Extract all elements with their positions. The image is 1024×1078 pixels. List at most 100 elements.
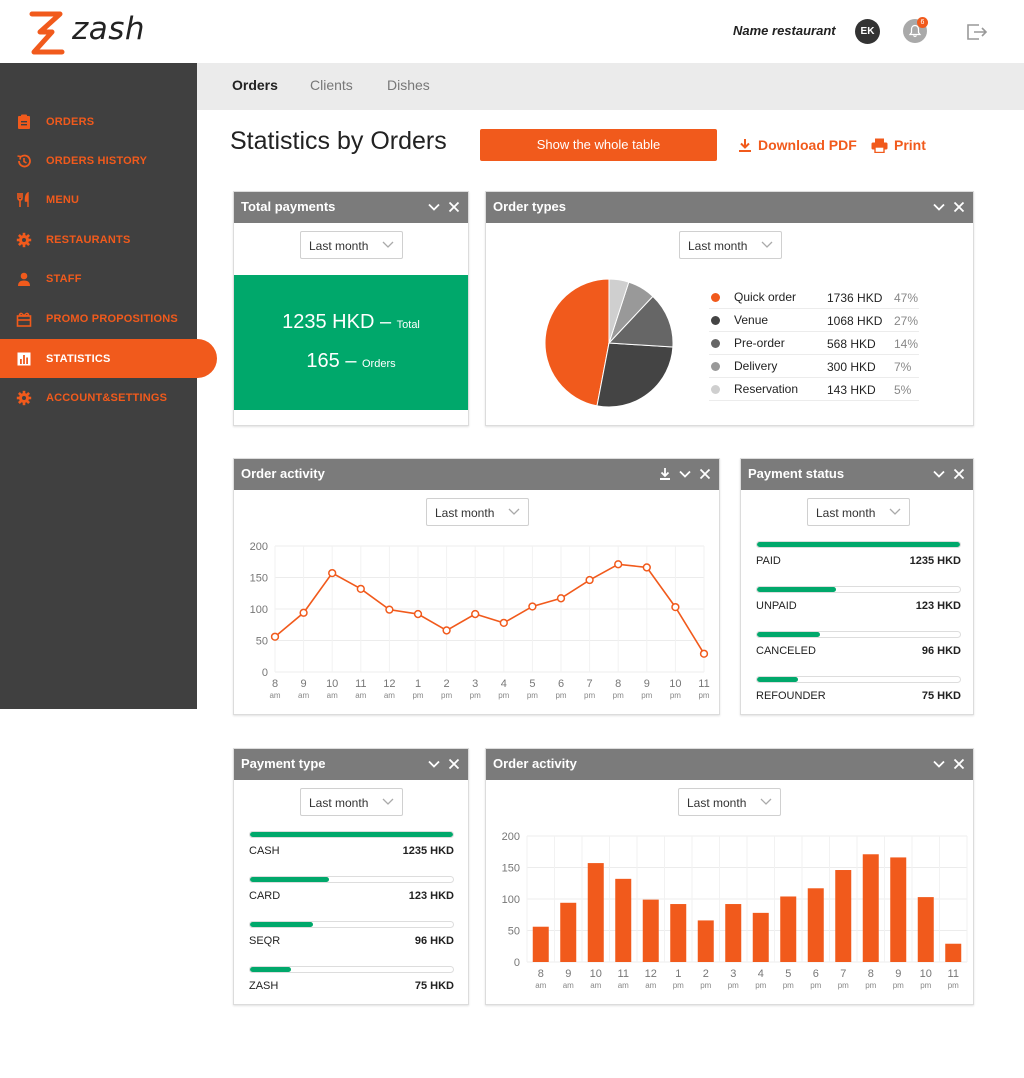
progress-label: CASH — [249, 845, 280, 857]
x-tick-sublabel: pm — [555, 691, 566, 700]
sidebar-item-staff[interactable]: STAFF — [0, 259, 217, 298]
period-select[interactable]: Last month — [300, 231, 403, 259]
data-point — [385, 605, 394, 614]
close-icon[interactable] — [698, 467, 712, 481]
x-tick-sublabel: pm — [673, 981, 684, 990]
legend-amount: 568 HKD — [827, 337, 876, 351]
legend-name: Reservation — [734, 382, 799, 396]
legend-dot — [711, 293, 720, 302]
progress-label: REFOUNDER — [756, 690, 826, 702]
period-select[interactable]: Last month — [679, 231, 782, 259]
notification-badge: 6 — [917, 17, 928, 28]
bar — [697, 920, 714, 962]
sidebar-item-menu[interactable]: MENU — [0, 180, 217, 219]
x-tick-label: 2 — [444, 678, 450, 690]
sidebar-item-restaurants[interactable]: RESTAURANTS — [0, 220, 217, 259]
data-point — [528, 602, 537, 611]
print-label: Print — [894, 137, 926, 153]
sidebar-item-label: RESTAURANTS — [46, 233, 131, 246]
widget-title: Payment status — [748, 466, 845, 481]
legend-dot — [711, 339, 720, 348]
pie-slice — [544, 278, 610, 407]
x-tick-sublabel: pm — [412, 691, 423, 700]
show-whole-table-button[interactable]: Show the whole table — [480, 129, 717, 161]
data-point — [356, 584, 365, 593]
widget-title: Payment type — [241, 756, 326, 771]
x-tick-sublabel: pm — [838, 981, 849, 990]
orders-count: 165 — [306, 350, 340, 372]
sidebar-item-account-settings[interactable]: ACCOUNT&SETTINGS — [0, 378, 217, 417]
payment-status-widget: Payment status Last month PAID 1235 HKD UN… — [740, 458, 974, 715]
logo-mark-icon — [29, 11, 65, 55]
x-tick-sublabel: pm — [698, 691, 709, 700]
period-select[interactable]: Last month — [807, 498, 910, 526]
download-icon[interactable] — [658, 467, 672, 481]
collapse-icon[interactable] — [932, 757, 946, 771]
notifications-button[interactable]: 6 — [903, 17, 928, 43]
collapse-icon[interactable] — [932, 200, 946, 214]
collapse-icon[interactable] — [427, 757, 441, 771]
close-icon[interactable] — [952, 200, 966, 214]
chevron-down-icon — [761, 241, 773, 248]
x-tick-label: 12 — [383, 678, 395, 690]
total-payments-summary: 1235 HKD – Total 165 – Orders — [234, 275, 468, 410]
period-select[interactable]: Last month — [678, 788, 781, 816]
close-icon[interactable] — [952, 757, 966, 771]
progress-track — [249, 831, 454, 838]
period-value: Last month — [309, 239, 369, 253]
tab-dishes[interactable]: Dishes — [387, 77, 430, 93]
restaurant-name[interactable]: Name restaurant — [733, 23, 836, 38]
close-icon[interactable] — [447, 200, 461, 214]
close-icon[interactable] — [447, 757, 461, 771]
x-tick-label: 8 — [538, 968, 544, 980]
y-tick-label: 50 — [508, 926, 520, 938]
sidebar-item-orders[interactable]: ORDERS — [0, 102, 217, 141]
progress-value: 75 HKD — [921, 690, 961, 702]
print-button[interactable]: Print — [871, 137, 926, 153]
x-tick-label: 9 — [301, 678, 307, 690]
chevron-down-icon — [889, 508, 901, 515]
x-tick-label: 3 — [730, 968, 736, 980]
legend-percent: 47% — [894, 291, 919, 305]
x-tick-sublabel: pm — [498, 691, 509, 700]
total-amount: 1235 HKD — [282, 311, 375, 333]
collapse-icon[interactable] — [427, 200, 441, 214]
logo[interactable]: zash — [26, 8, 145, 56]
avatar[interactable]: EK — [855, 19, 880, 44]
y-tick-label: 100 — [502, 894, 520, 906]
progress-label: SEQR — [249, 935, 281, 947]
progress-value: 123 HKD — [915, 600, 961, 612]
legend-amount: 143 HKD — [827, 383, 876, 397]
sidebar-item-statistics[interactable]: STATISTICS — [0, 339, 217, 378]
progress-track — [249, 876, 454, 883]
period-select[interactable]: Last month — [300, 788, 403, 816]
bar — [725, 904, 742, 962]
progress-value: 1235 HKD — [402, 845, 454, 857]
sidebar-item-orders-history[interactable]: ORDERS HISTORY — [0, 141, 217, 180]
y-tick-label: 200 — [502, 831, 520, 843]
collapse-icon[interactable] — [678, 467, 692, 481]
x-tick-label: 3 — [472, 678, 478, 690]
download-pdf-button[interactable]: Download PDF — [738, 137, 857, 153]
sidebar-item-label: STATISTICS — [46, 352, 111, 365]
collapse-icon[interactable] — [932, 467, 946, 481]
bar — [945, 943, 962, 962]
tab-clients[interactable]: Clients — [310, 77, 353, 93]
logout-icon[interactable] — [965, 20, 989, 44]
tab-orders[interactable]: Orders — [232, 77, 278, 93]
period-select[interactable]: Last month — [426, 498, 529, 526]
x-tick-label: 9 — [895, 968, 901, 980]
progress-row: UNPAID 123 HKD — [756, 586, 961, 624]
y-tick-label: 0 — [514, 957, 520, 969]
data-point — [671, 602, 680, 612]
y-tick-label: 200 — [250, 541, 268, 553]
person-icon — [15, 270, 33, 288]
close-icon[interactable] — [952, 467, 966, 481]
bar — [642, 899, 659, 962]
bar — [835, 870, 852, 962]
sidebar-item-promo[interactable]: PROMO PROPOSITIONS — [0, 299, 217, 338]
x-tick-sublabel: pm — [755, 981, 766, 990]
x-tick-sublabel: pm — [810, 981, 821, 990]
widget-header: Order types — [486, 192, 973, 223]
download-icon — [739, 138, 751, 152]
